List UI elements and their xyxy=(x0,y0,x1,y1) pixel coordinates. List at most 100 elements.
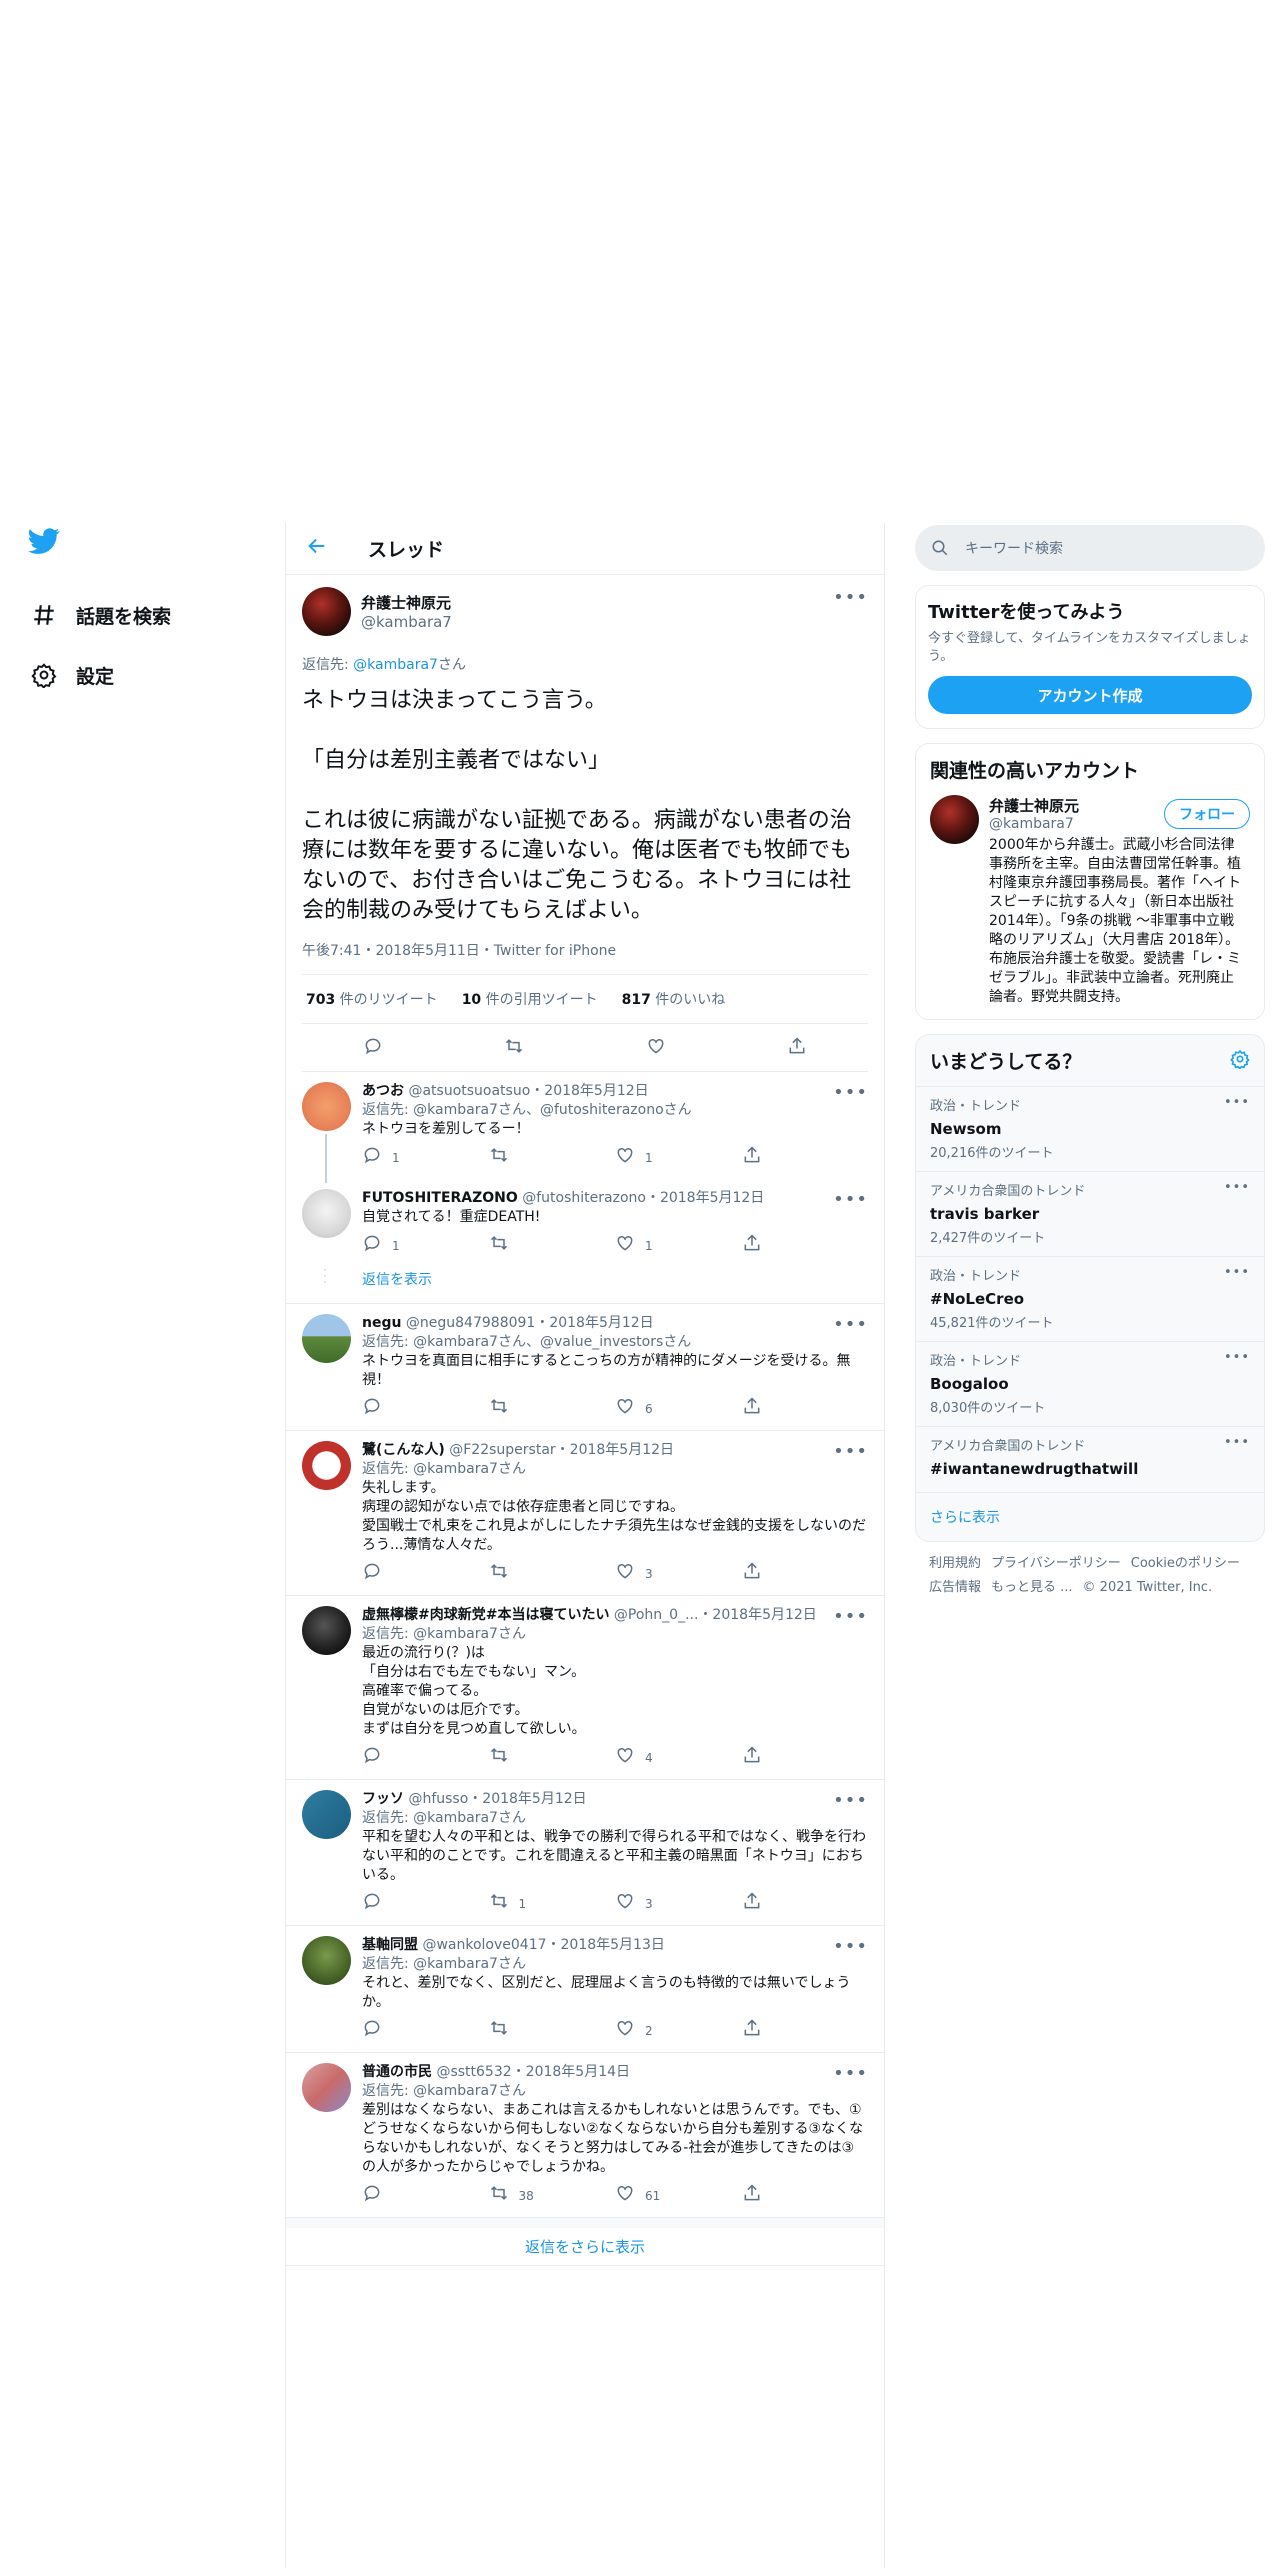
nav-settings[interactable]: 設定 xyxy=(28,645,258,705)
reply-author-handle[interactable]: @sstt6532 xyxy=(436,2064,511,2080)
like-icon[interactable] xyxy=(646,1036,666,1060)
reply-date[interactable]: ・2018年5月13日 xyxy=(547,1937,665,1953)
retweet-count[interactable]: 703 件のリツイート xyxy=(306,989,438,1009)
reply-to-text[interactable]: 返信先: @kambara7さん、@value_investorsさん xyxy=(362,1334,691,1350)
reply-tweet[interactable]: 鷺(こんな人) @F22superstar・2018年5月12日 返信先: @ka… xyxy=(286,1431,884,1596)
reply-button[interactable]: 1 xyxy=(362,1233,489,1259)
reply-button[interactable] xyxy=(362,1745,489,1771)
more-options-icon[interactable]: ••• xyxy=(1224,1095,1250,1110)
more-options-icon[interactable]: ••• xyxy=(1224,1180,1250,1195)
reply-tweet[interactable]: FUTOSHITERAZONO @futoshiterazono・2018年5月… xyxy=(286,1179,884,1267)
reply-to-text[interactable]: 返信先: @kambara7さん xyxy=(362,1461,526,1477)
reply-tweet[interactable]: negu @negu847988091・2018年5月12日 返信先: @kamb… xyxy=(286,1304,884,1431)
trends-show-more-link[interactable]: さらに表示 xyxy=(930,1510,1000,1526)
reply-to-text[interactable]: 返信先: @kambara7さん xyxy=(362,1810,526,1826)
trend-item[interactable]: 政治・トレンド Boogaloo 8,030件のツイート ••• xyxy=(916,1341,1264,1426)
reply-author-name[interactable]: 虚無檸檬#肉球新党#本当は寝ていたい xyxy=(362,1607,609,1623)
share-button[interactable] xyxy=(742,1396,869,1422)
share-button[interactable] xyxy=(742,1233,869,1259)
reply-tweet[interactable]: 基軸同盟 @wankolove0417・2018年5月13日 返信先: @kamb… xyxy=(286,1926,884,2053)
reply-date[interactable]: ・2018年5月12日 xyxy=(535,1315,653,1331)
like-count[interactable]: 817 件のいいね xyxy=(622,989,726,1009)
footer-ads[interactable]: 広告情報 xyxy=(929,1580,981,1595)
more-options-icon[interactable]: ••• xyxy=(1224,1435,1250,1450)
nav-explore[interactable]: 話題を検索 xyxy=(28,585,258,645)
share-button[interactable] xyxy=(742,2018,869,2044)
more-options-icon[interactable]: ••• xyxy=(833,1189,868,1210)
reply-author-name[interactable]: フッソ xyxy=(362,1791,404,1807)
reply-author-name[interactable]: 基軸同盟 xyxy=(362,1937,418,1953)
share-button[interactable] xyxy=(742,1891,869,1917)
retweet-button[interactable] xyxy=(489,1145,616,1171)
reply-author-handle[interactable]: @atsuotsuoatsuo xyxy=(408,1083,530,1099)
more-options-icon[interactable]: ••• xyxy=(833,587,868,608)
footer-terms[interactable]: 利用規約 xyxy=(929,1556,981,1571)
reply-author-name[interactable]: 鷺(こんな人) xyxy=(362,1442,445,1458)
author-handle[interactable]: @kambara7 xyxy=(361,613,452,631)
create-account-button[interactable]: アカウント作成 xyxy=(928,676,1252,714)
avatar[interactable] xyxy=(302,1314,351,1363)
quote-count[interactable]: 10 件の引用ツイート xyxy=(462,989,598,1009)
reply-date[interactable]: ・2018年5月12日 xyxy=(646,1190,764,1206)
avatar[interactable] xyxy=(302,1189,351,1238)
trend-item[interactable]: アメリカ合衆国のトレンド #iwantanewdrugthatwill ••• xyxy=(916,1426,1264,1492)
more-options-icon[interactable]: ••• xyxy=(833,1441,868,1462)
reply-button[interactable] xyxy=(362,1891,489,1917)
reply-author-handle[interactable]: @negu847988091 xyxy=(406,1315,535,1331)
like-button[interactable]: 1 xyxy=(615,1233,742,1259)
retweet-button[interactable]: 38 xyxy=(489,2183,616,2209)
more-options-icon[interactable]: ••• xyxy=(833,1790,868,1811)
author-name[interactable]: 弁護士神原元 xyxy=(361,592,452,613)
reply-author-handle[interactable]: @hfusso xyxy=(408,1791,468,1807)
more-options-icon[interactable]: ••• xyxy=(1224,1265,1250,1280)
like-button[interactable]: 4 xyxy=(615,1745,742,1771)
share-button[interactable] xyxy=(742,1745,869,1771)
gear-icon[interactable] xyxy=(1230,1049,1250,1074)
like-button[interactable]: 1 xyxy=(615,1145,742,1171)
avatar[interactable] xyxy=(302,587,351,636)
reply-button[interactable] xyxy=(362,1396,489,1422)
reply-to-text[interactable]: 返信先: @kambara7さん xyxy=(362,1626,526,1642)
reply-to-link[interactable]: @kambara7 xyxy=(353,657,438,673)
reply-tweet[interactable]: あつお @atsuotsuoatsuo・2018年5月12日 返信先: @kamb… xyxy=(286,1072,884,1183)
retweet-button[interactable] xyxy=(489,1561,616,1587)
avatar[interactable] xyxy=(302,1441,351,1490)
search-input[interactable]: キーワード検索 xyxy=(915,525,1265,571)
reply-to-line[interactable]: 返信先: @kambara7さん xyxy=(362,1625,868,1644)
like-button[interactable]: 3 xyxy=(615,1561,742,1587)
more-options-icon[interactable]: ••• xyxy=(833,2063,868,2084)
trend-item[interactable]: アメリカ合衆国のトレンド travis barker 2,427件のツイート ••• xyxy=(916,1171,1264,1256)
more-options-icon[interactable]: ••• xyxy=(1224,1350,1250,1365)
reply-date[interactable]: ・2018年5月12日 xyxy=(556,1442,674,1458)
footer-privacy[interactable]: プライバシーポリシー xyxy=(991,1556,1121,1571)
reply-author-handle[interactable]: @futoshiterazono xyxy=(522,1190,646,1206)
like-button[interactable]: 2 xyxy=(615,2018,742,2044)
reply-author-name[interactable]: あつお xyxy=(362,1083,404,1099)
reply-date[interactable]: ・2018年5月12日 xyxy=(468,1791,586,1807)
show-replies-link[interactable]: 返信を表示 xyxy=(362,1272,432,1288)
reply-to-line[interactable]: 返信先: @kambara7さん xyxy=(362,1460,868,1479)
more-options-icon[interactable]: ••• xyxy=(833,1314,868,1335)
reply-to-line[interactable]: 返信先: @kambara7さん、@futoshiterazonoさん xyxy=(362,1101,868,1120)
reply-tweet[interactable]: 普通の市民 @sstt6532・2018年5月14日 返信先: @kambara7… xyxy=(286,2053,884,2218)
like-button[interactable]: 3 xyxy=(615,1891,742,1917)
share-button[interactable] xyxy=(742,2183,869,2209)
like-button[interactable]: 61 xyxy=(615,2183,742,2209)
reply-author-handle[interactable]: @Pohn_0_... xyxy=(614,1607,699,1623)
follow-button[interactable]: フォロー xyxy=(1164,799,1250,829)
trend-item[interactable]: 政治・トレンド #NoLeCreo 45,821件のツイート ••• xyxy=(916,1256,1264,1341)
reply-tweet[interactable]: 虚無檸檬#肉球新党#本当は寝ていたい @Pohn_0_...・2018年5月12… xyxy=(286,1596,884,1780)
reply-to-text[interactable]: 返信先: @kambara7さん、@futoshiterazonoさん xyxy=(362,1102,692,1118)
trend-item[interactable]: 政治・トレンド Newsom 20,216件のツイート ••• xyxy=(916,1086,1264,1171)
avatar[interactable] xyxy=(302,1082,351,1131)
show-more-replies[interactable]: 返信をさらに表示 xyxy=(286,2218,884,2266)
retweet-icon[interactable] xyxy=(504,1036,524,1060)
reply-button[interactable] xyxy=(362,2018,489,2044)
more-options-icon[interactable]: ••• xyxy=(833,1606,868,1627)
twitter-logo-icon[interactable] xyxy=(28,525,64,561)
reply-author-handle[interactable]: @wankolove0417 xyxy=(422,1937,546,1953)
reply-to-text[interactable]: 返信先: @kambara7さん xyxy=(362,2083,526,2099)
reply-button[interactable] xyxy=(362,1561,489,1587)
reply-author-name[interactable]: FUTOSHITERAZONO xyxy=(362,1190,518,1206)
footer-cookie[interactable]: Cookieのポリシー xyxy=(1131,1556,1240,1571)
